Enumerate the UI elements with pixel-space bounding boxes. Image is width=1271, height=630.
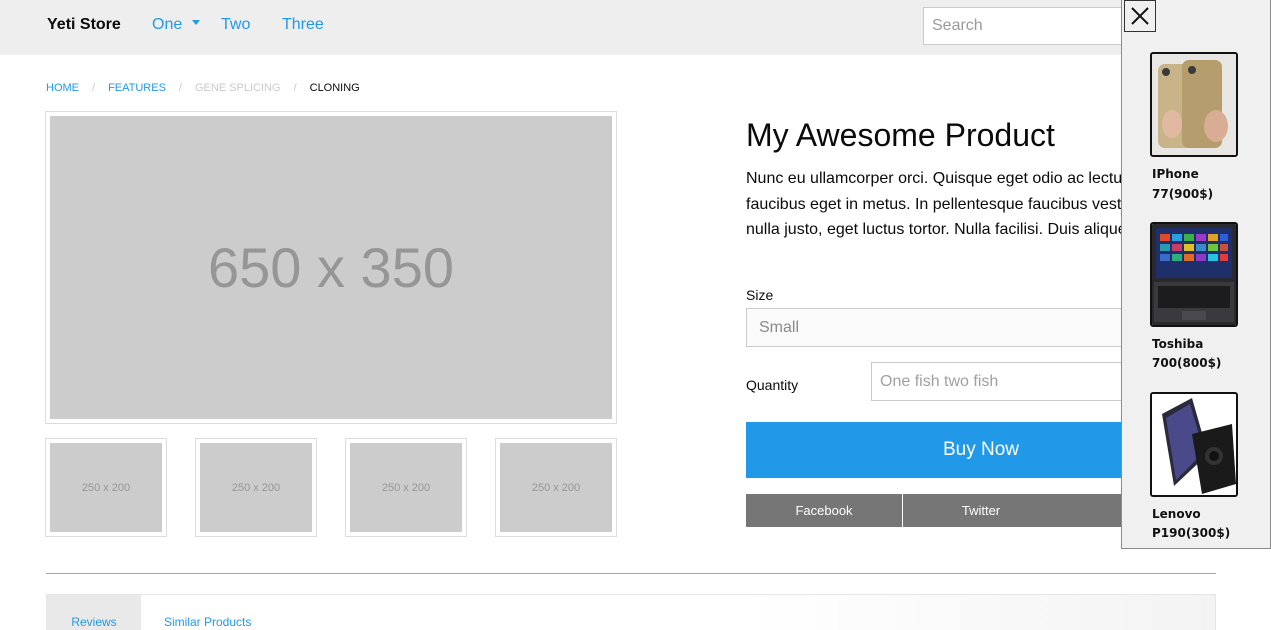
- nav-two[interactable]: Two: [221, 16, 250, 34]
- breadcrumb-separator: /: [92, 82, 96, 94]
- thumbnail-placeholder: 250 x 200: [200, 443, 312, 532]
- twitter-share-button[interactable]: Twitter: [903, 494, 1059, 527]
- breadcrumb-features[interactable]: Features: [108, 82, 166, 94]
- thumbnail-placeholder: 250 x 200: [50, 443, 162, 532]
- thumbnail-2[interactable]: 250 x 200: [195, 438, 317, 537]
- search-input[interactable]: [923, 7, 1133, 45]
- size-label: Size: [746, 287, 774, 303]
- breadcrumb-separator: /: [178, 82, 182, 94]
- iphone-image[interactable]: [1150, 52, 1238, 157]
- breadcrumb-cloning: Cloning: [309, 82, 360, 94]
- breadcrumb-separator: /: [293, 82, 297, 94]
- close-button[interactable]: [1124, 0, 1156, 32]
- item-price: 77(900$): [1152, 187, 1214, 201]
- item-price: P190(300$): [1152, 526, 1231, 540]
- laptop-photo-icon: [1152, 224, 1236, 325]
- quantity-input[interactable]: [871, 362, 1151, 401]
- top-bar: Yeti Store One Two Three: [0, 0, 1271, 55]
- main-product-image[interactable]: 650 x 350: [45, 111, 617, 424]
- nav-three[interactable]: Three: [282, 16, 324, 34]
- product-title: My Awesome Product: [746, 117, 1055, 153]
- thumbnail-placeholder: 250 x 200: [500, 443, 612, 532]
- item-price: 700(800$): [1152, 356, 1222, 370]
- quantity-label: Quantity: [746, 377, 799, 393]
- nav-one[interactable]: One: [152, 16, 182, 34]
- thumbnail-1[interactable]: 250 x 200: [45, 438, 167, 537]
- breadcrumb-gene-splicing: Gene Splicing: [194, 82, 281, 94]
- facebook-share-button[interactable]: Facebook: [746, 494, 902, 527]
- item-name: Lenovo: [1152, 507, 1201, 521]
- lenovo-image[interactable]: [1150, 392, 1238, 497]
- side-product-panel: IPhone 77(900$) Toshiba 700(800$) Lenovo…: [1121, 0, 1271, 549]
- chevron-down-icon[interactable]: [192, 20, 200, 25]
- main-image-placeholder: 650 x 350: [50, 116, 612, 419]
- toshiba-image[interactable]: [1150, 222, 1238, 327]
- item-name: IPhone: [1152, 167, 1199, 181]
- phone-photo-icon: [1152, 54, 1236, 155]
- breadcrumb: Home / Features / Gene Splicing / Clonin…: [46, 82, 360, 94]
- breadcrumb-home[interactable]: Home: [46, 82, 79, 94]
- product-tabs: Reviews Similar Products: [46, 594, 1216, 630]
- brand-title[interactable]: Yeti Store: [47, 16, 121, 34]
- thumbnail-3[interactable]: 250 x 200: [345, 438, 467, 537]
- thumbnail-placeholder: 250 x 200: [350, 443, 462, 532]
- item-name: Toshiba: [1152, 337, 1204, 351]
- thumbnail-4[interactable]: 250 x 200: [495, 438, 617, 537]
- size-select[interactable]: Small: [746, 308, 1146, 347]
- section-divider: [46, 573, 1216, 574]
- phone-photo-icon: [1152, 394, 1236, 495]
- tab-similar-products[interactable]: Similar Products: [164, 595, 251, 630]
- tab-reviews[interactable]: Reviews: [47, 595, 141, 630]
- close-icon: [1131, 7, 1149, 25]
